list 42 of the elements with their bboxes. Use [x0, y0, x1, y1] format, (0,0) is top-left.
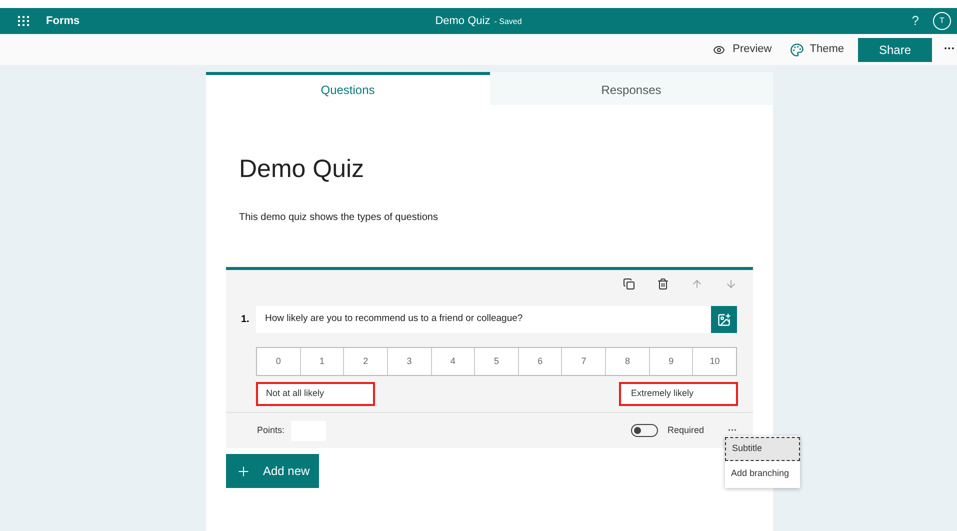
- plus-icon: [236, 464, 251, 478]
- theme-button[interactable]: Theme: [790, 41, 844, 58]
- scale-option[interactable]: 2: [343, 348, 387, 375]
- points-label: Points:: [257, 424, 285, 437]
- form-heading[interactable]: Demo Quiz: [239, 151, 740, 188]
- more-button[interactable]: ···: [944, 41, 955, 58]
- question-field[interactable]: How likely are you to recommend us to a friend or colleague?: [256, 306, 711, 333]
- scale-option[interactable]: 1: [300, 348, 344, 375]
- question-number: 1.: [241, 313, 250, 327]
- scale-option[interactable]: 9: [648, 348, 692, 375]
- insert-image-button[interactable]: [711, 306, 737, 333]
- high-label-field[interactable]: Extremely likely: [619, 382, 738, 406]
- required-toggle[interactable]: [631, 424, 658, 437]
- app-name[interactable]: Forms: [46, 12, 80, 30]
- app-launcher-icon[interactable]: [18, 16, 30, 26]
- scale-option[interactable]: 10: [692, 348, 736, 375]
- scale-option[interactable]: 0: [257, 348, 300, 375]
- scale-option[interactable]: 7: [561, 348, 606, 375]
- eye-icon: [712, 44, 725, 56]
- scale-option[interactable]: 6: [518, 348, 562, 375]
- low-label-field[interactable]: Not at all likely: [256, 382, 375, 406]
- delete-icon[interactable]: [657, 278, 669, 290]
- scale-option[interactable]: 3: [386, 348, 431, 375]
- scale-option[interactable]: 5: [474, 348, 518, 375]
- scale-option[interactable]: 8: [605, 348, 649, 375]
- menu-item[interactable]: Subtitle: [725, 437, 800, 461]
- help-button[interactable]: ?: [912, 11, 919, 31]
- image-icon: [717, 312, 731, 326]
- tab[interactable]: Responses: [490, 72, 773, 105]
- copy-icon[interactable]: [623, 278, 635, 290]
- save-status: - Saved: [494, 16, 522, 28]
- required-label: Required: [667, 424, 704, 437]
- form-title: Demo Quiz: [435, 14, 490, 29]
- preview-button[interactable]: Preview: [712, 41, 772, 58]
- scale-option[interactable]: 4: [430, 348, 474, 375]
- share-button[interactable]: Share: [858, 38, 932, 62]
- palette-icon: [790, 42, 804, 56]
- menu-item[interactable]: Add branching: [725, 461, 800, 487]
- more-options-button[interactable]: ···: [728, 424, 737, 438]
- form-description[interactable]: This demo quiz shows the types of questions: [239, 210, 740, 224]
- add-new-button[interactable]: Add new: [226, 454, 319, 488]
- avatar[interactable]: T: [933, 12, 951, 30]
